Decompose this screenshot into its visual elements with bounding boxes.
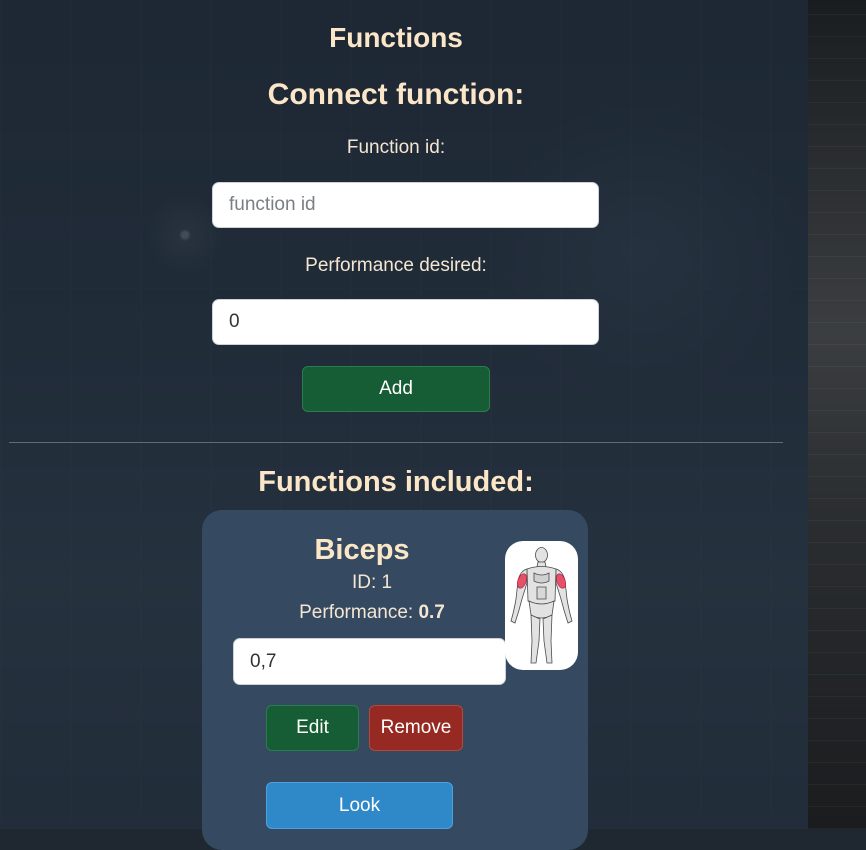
function-name: Biceps	[314, 534, 410, 566]
look-button[interactable]: Look	[266, 782, 453, 829]
function-id-input[interactable]	[212, 182, 599, 228]
function-performance: Performance: 0.7	[202, 602, 542, 624]
function-id-label: Function id:	[346, 137, 446, 158]
add-button[interactable]: Add	[302, 366, 490, 412]
divider	[9, 442, 783, 443]
performance-desired-input[interactable]	[212, 299, 599, 345]
function-card: Biceps ID: 1 Performance: 0.7 0,7 Edit R…	[202, 510, 588, 850]
remove-button[interactable]: Remove	[369, 705, 463, 751]
performance-edit-input[interactable]	[233, 638, 506, 685]
functions-panel: Functions Connect function: Function id:…	[0, 0, 808, 850]
performance-label: Performance:	[299, 602, 414, 623]
performance-value: 0.7	[418, 602, 445, 623]
background-wall	[808, 0, 866, 829]
page-title: Functions	[329, 22, 463, 53]
edit-button[interactable]: Edit	[266, 705, 359, 751]
muscle-anatomy-icon	[505, 541, 578, 670]
functions-included-heading: Functions included:	[258, 466, 534, 498]
function-id-text: ID: 1	[351, 572, 393, 593]
performance-desired-label: Performance desired:	[305, 255, 487, 276]
connect-function-heading: Connect function:	[267, 78, 525, 111]
